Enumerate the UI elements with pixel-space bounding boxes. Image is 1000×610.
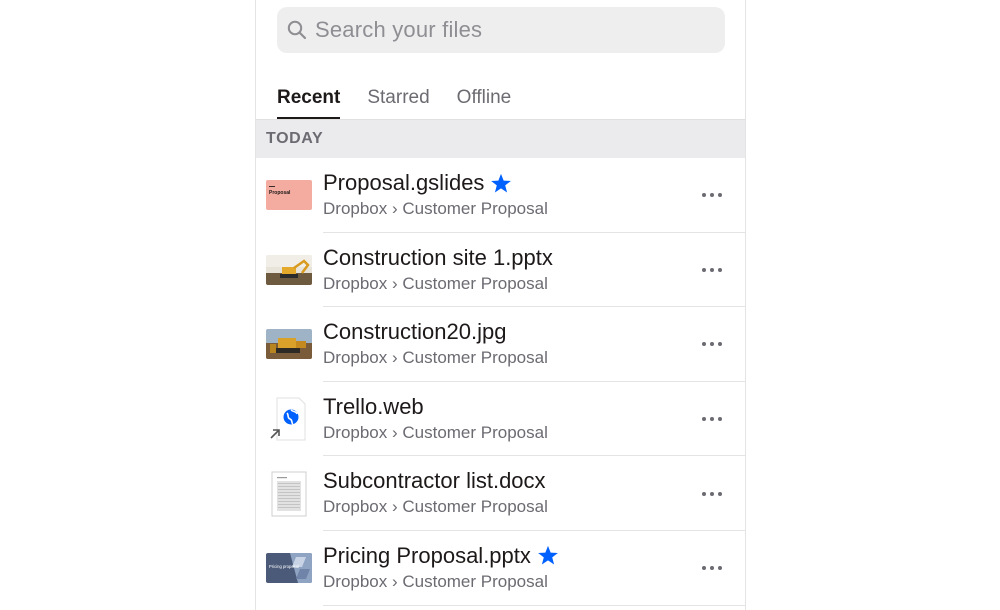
bulldozer-photo-thumbnail <box>266 329 312 360</box>
file-name: Trello.web <box>323 393 424 419</box>
document-thumbnail <box>269 471 309 517</box>
tab-offline[interactable]: Offline <box>457 85 512 119</box>
search-placeholder: Search your files <box>315 17 483 42</box>
section-label: TODAY <box>266 130 324 147</box>
file-name: Proposal.gslides <box>323 170 485 195</box>
file-row-subcontractor-list[interactable]: Subcontractor list.docx Dropbox › Custom… <box>256 456 745 531</box>
web-shortcut-icon <box>269 396 309 442</box>
file-browser-panel: Search your files Recent Starred Offline… <box>255 0 746 610</box>
file-path: Dropbox › Customer Proposal <box>323 199 548 218</box>
file-name: Construction site 1.pptx <box>323 244 553 270</box>
file-path: Dropbox › Customer Proposal <box>323 273 548 293</box>
file-path: Dropbox › Customer Proposal <box>323 422 548 442</box>
more-options-icon[interactable] <box>699 484 725 504</box>
pricing-slides-thumbnail: Pricing proposal <box>266 553 312 584</box>
more-options-icon[interactable] <box>699 185 725 205</box>
search-input[interactable]: Search your files <box>277 7 725 53</box>
file-row-construction-site-1[interactable]: Construction site 1.pptx Dropbox › Custo… <box>256 233 745 308</box>
pricing-slides-thumbnail-text: Pricing proposal <box>269 564 299 569</box>
file-row-proposal-gslides[interactable]: Proposal Proposal.gslides Dropbox › Cust… <box>256 158 745 233</box>
slides-thumbnail-text: Proposal <box>269 190 291 196</box>
search-icon <box>287 20 307 40</box>
more-options-icon[interactable] <box>699 558 725 578</box>
file-row-construction20[interactable]: Construction20.jpg Dropbox › Customer Pr… <box>256 307 745 382</box>
more-options-icon[interactable] <box>699 409 725 429</box>
file-row-pricing-proposal[interactable]: Pricing proposal Pricing Proposal.pptx D… <box>256 531 745 606</box>
file-row-trello-web[interactable]: Trello.web Dropbox › Customer Proposal <box>256 382 745 457</box>
file-path: Dropbox › Customer Proposal <box>323 571 548 591</box>
excavator-photo-thumbnail <box>266 254 312 285</box>
tab-starred[interactable]: Starred <box>367 85 429 119</box>
file-path: Dropbox › Customer Proposal <box>323 497 548 517</box>
slides-thumbnail: Proposal <box>266 180 312 211</box>
more-options-icon[interactable] <box>699 260 725 280</box>
tab-bar: Recent Starred Offline <box>277 85 538 119</box>
file-name: Pricing Proposal.pptx <box>323 542 531 568</box>
more-options-icon[interactable] <box>699 334 725 354</box>
file-path: Dropbox › Customer Proposal <box>323 348 548 368</box>
star-icon[interactable] <box>537 545 559 566</box>
file-name: Subcontractor list.docx <box>323 468 546 494</box>
section-header-today: TODAY <box>256 119 745 158</box>
file-list: Proposal Proposal.gslides Dropbox › Cust… <box>256 158 745 606</box>
star-icon[interactable] <box>490 173 512 194</box>
tab-recent[interactable]: Recent <box>277 85 341 119</box>
file-name: Construction20.jpg <box>323 319 507 345</box>
